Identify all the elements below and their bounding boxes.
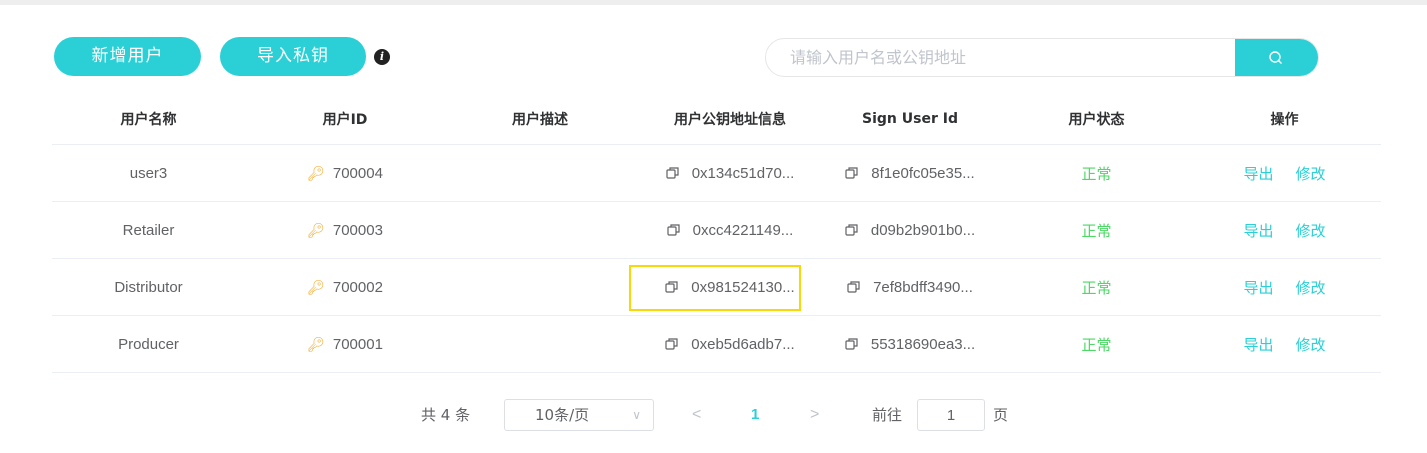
header-actions: 操作 — [1270, 111, 1299, 128]
copy-icon[interactable] — [847, 280, 861, 294]
status-cell: 正常 — [1005, 259, 1188, 315]
header-status: 用户状态 — [1068, 111, 1125, 128]
copy-icon[interactable] — [845, 166, 859, 180]
user-name: Distributor — [114, 278, 183, 296]
info-icon[interactable]: i — [374, 49, 390, 65]
user-id-cell: 🔑︎ 700002 — [245, 259, 445, 315]
chevron-down-icon: ∨ — [632, 408, 641, 422]
user-desc — [445, 259, 635, 315]
copy-icon[interactable] — [667, 223, 681, 237]
user-id: 700002 — [332, 278, 383, 296]
goto-page-input[interactable] — [917, 399, 985, 431]
status-cell: 正常 — [1005, 202, 1188, 258]
actions-cell: 导出 修改 — [1188, 316, 1381, 372]
public-key: 0xeb5d6adb7... — [691, 335, 795, 353]
public-key: 0xcc4221149... — [692, 221, 794, 239]
sign-user-id: d09b2b901b0... — [870, 221, 976, 239]
edit-link[interactable]: 修改 — [1296, 277, 1326, 298]
export-link[interactable]: 导出 — [1243, 220, 1273, 241]
header-public-key: 用户公钥地址信息 — [674, 111, 786, 128]
user-name: user3 — [129, 164, 168, 182]
status-cell: 正常 — [1005, 145, 1188, 201]
add-user-button[interactable]: 新增用户 — [54, 37, 201, 76]
sign-user-id-cell: 8f1e0fc05e35... — [815, 145, 1005, 201]
user-desc — [445, 202, 635, 258]
copy-icon[interactable] — [665, 337, 679, 351]
page-number-current[interactable]: 1 — [751, 398, 759, 432]
table-row: Retailer 🔑︎ 700003 0xcc4221149... d09b2b… — [52, 202, 1381, 259]
search-icon — [1269, 51, 1282, 64]
page-size-value: 10条/页 — [535, 406, 590, 424]
import-private-key-button[interactable]: 导入私钥 — [220, 37, 366, 76]
public-key-cell: 0x981524130... — [635, 259, 825, 315]
table-row: user3 🔑︎ 700004 0x134c51d70... 8f1e0fc05… — [52, 145, 1381, 202]
table-row: Distributor 🔑︎ 700002 0x981524130... 7ef… — [52, 259, 1381, 316]
user-id: 700003 — [332, 221, 383, 239]
key-icon[interactable]: 🔑︎ — [307, 279, 325, 296]
key-icon[interactable]: 🔑︎ — [307, 165, 325, 182]
actions-cell: 导出 修改 — [1188, 145, 1381, 201]
page-size-select[interactable]: 10条/页 ∨ — [504, 399, 654, 431]
user-desc — [445, 145, 635, 201]
header-sign-user-id: Sign User Id — [862, 110, 958, 127]
table-header: 用户名称 用户ID 用户描述 用户公钥地址信息 Sign User Id 用户状… — [52, 93, 1381, 145]
user-id: 700001 — [332, 335, 383, 353]
public-key: 0x134c51d70... — [691, 164, 795, 182]
sign-user-id-cell: 55318690ea3... — [815, 316, 1005, 372]
header-desc: 用户描述 — [512, 111, 568, 128]
sign-user-id: 7ef8bdff3490... — [873, 278, 973, 296]
copy-icon[interactable] — [666, 166, 680, 180]
public-key: 0x981524130... — [691, 278, 795, 296]
user-desc — [445, 316, 635, 372]
users-table: 用户名称 用户ID 用户描述 用户公钥地址信息 Sign User Id 用户状… — [52, 93, 1381, 373]
edit-link[interactable]: 修改 — [1296, 220, 1326, 241]
search-bar — [765, 38, 1319, 77]
user-name: Retailer — [122, 221, 175, 239]
status-badge: 正常 — [1081, 164, 1112, 183]
export-link[interactable]: 导出 — [1243, 277, 1273, 298]
public-key-cell: 0xcc4221149... — [635, 202, 825, 258]
user-id-cell: 🔑︎ 700003 — [245, 202, 445, 258]
user-id: 700004 — [332, 164, 383, 182]
pagination-total: 共 4 条 — [421, 406, 471, 424]
export-link[interactable]: 导出 — [1243, 334, 1273, 355]
pagination: 共 4 条 10条/页 ∨ < 1 > 前往 页 — [0, 398, 1427, 432]
search-input[interactable] — [766, 39, 1236, 76]
header-id: 用户ID — [322, 111, 368, 128]
user-id-cell: 🔑︎ 700004 — [245, 145, 445, 201]
table-row: Producer 🔑︎ 700001 0xeb5d6adb7... 553186… — [52, 316, 1381, 373]
key-icon[interactable]: 🔑︎ — [307, 336, 325, 353]
public-key-cell: 0x134c51d70... — [635, 145, 825, 201]
edit-link[interactable]: 修改 — [1296, 334, 1326, 355]
sign-user-id: 55318690ea3... — [870, 335, 976, 353]
status-badge: 正常 — [1081, 278, 1112, 297]
export-link[interactable]: 导出 — [1243, 163, 1273, 184]
header-name: 用户名称 — [120, 111, 177, 128]
key-icon[interactable]: 🔑︎ — [307, 222, 325, 239]
page-suffix-label: 页 — [993, 406, 1009, 424]
actions-cell: 导出 修改 — [1188, 259, 1381, 315]
sign-user-id-cell: d09b2b901b0... — [815, 202, 1005, 258]
user-name: Producer — [118, 335, 179, 353]
status-cell: 正常 — [1005, 316, 1188, 372]
copy-icon[interactable] — [845, 223, 859, 237]
sign-user-id: 8f1e0fc05e35... — [871, 164, 975, 182]
goto-label: 前往 — [872, 406, 903, 424]
user-id-cell: 🔑︎ 700001 — [245, 316, 445, 372]
sign-user-id-cell: 7ef8bdff3490... — [815, 259, 1005, 315]
status-badge: 正常 — [1081, 335, 1112, 354]
actions-cell: 导出 修改 — [1188, 202, 1381, 258]
next-page-button[interactable]: > — [810, 398, 819, 432]
search-button[interactable] — [1235, 39, 1318, 76]
copy-icon[interactable] — [845, 337, 859, 351]
copy-icon[interactable] — [665, 280, 679, 294]
public-key-cell: 0xeb5d6adb7... — [635, 316, 825, 372]
edit-link[interactable]: 修改 — [1296, 163, 1326, 184]
status-badge: 正常 — [1081, 221, 1112, 240]
top-border — [0, 0, 1427, 5]
prev-page-button[interactable]: < — [692, 398, 701, 432]
